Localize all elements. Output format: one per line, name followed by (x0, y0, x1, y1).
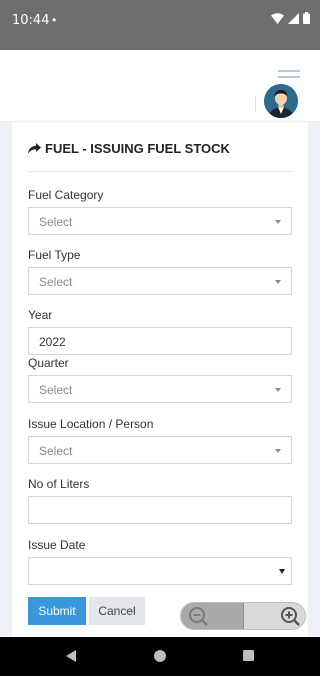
chevron-down-icon (275, 280, 281, 284)
system-nav-bar (0, 637, 320, 676)
title-divider (28, 171, 292, 172)
liters-input[interactable] (28, 496, 292, 524)
menu-icon[interactable] (278, 70, 300, 84)
fuel-category-value: Select (39, 215, 73, 229)
year-value: 2022 (39, 335, 66, 349)
quarter-value: Select (39, 383, 73, 397)
chevron-down-icon (275, 449, 281, 453)
liters-label: No of Liters (28, 477, 90, 491)
submit-button[interactable]: Submit (28, 597, 86, 625)
header-divider (255, 96, 256, 112)
issue-location-select[interactable]: Select (28, 436, 292, 464)
battery-icon (303, 12, 310, 24)
status-bar: 10:44 • (0, 0, 320, 50)
recents-nav-icon[interactable] (243, 650, 254, 661)
fuel-type-select[interactable]: Select (28, 267, 292, 295)
caret-down-icon (279, 569, 285, 574)
status-icons (271, 12, 310, 24)
issue-location-value: Select (39, 444, 73, 458)
zoom-out-button[interactable] (181, 603, 243, 629)
quarter-select[interactable]: Select (28, 375, 292, 403)
wifi-icon (271, 12, 284, 24)
page-background-right (308, 122, 320, 637)
year-input[interactable]: 2022 (28, 327, 292, 355)
back-nav-icon[interactable] (66, 650, 76, 662)
quarter-label: Quarter (28, 356, 69, 370)
notification-dot: • (52, 13, 57, 27)
signal-icon (288, 12, 299, 24)
cancel-button[interactable]: Cancel (89, 597, 145, 625)
zoom-in-button[interactable] (244, 603, 305, 629)
share-arrow-icon (28, 143, 41, 154)
page-background-left (0, 122, 12, 637)
issue-location-label: Issue Location / Person (28, 417, 154, 431)
fuel-category-label: Fuel Category (28, 188, 104, 202)
zoom-in-icon (281, 607, 300, 626)
home-nav-icon[interactable] (154, 650, 166, 662)
chevron-down-icon (275, 220, 281, 224)
issue-date-label: Issue Date (28, 538, 86, 552)
issue-date-select[interactable] (28, 557, 292, 585)
year-label: Year (28, 308, 53, 322)
page-title-text: FUEL - ISSUING FUEL STOCK (45, 141, 230, 156)
zoom-out-icon (189, 607, 208, 626)
fuel-type-label: Fuel Type (28, 248, 81, 262)
avatar[interactable] (264, 84, 298, 118)
fuel-type-value: Select (39, 275, 73, 289)
fuel-category-select[interactable]: Select (28, 207, 292, 235)
page-title: FUEL - ISSUING FUEL STOCK (28, 141, 230, 156)
chevron-down-icon (275, 388, 281, 392)
zoom-control (180, 602, 306, 630)
status-time: 10:44 (12, 13, 50, 28)
app-header (0, 50, 320, 122)
